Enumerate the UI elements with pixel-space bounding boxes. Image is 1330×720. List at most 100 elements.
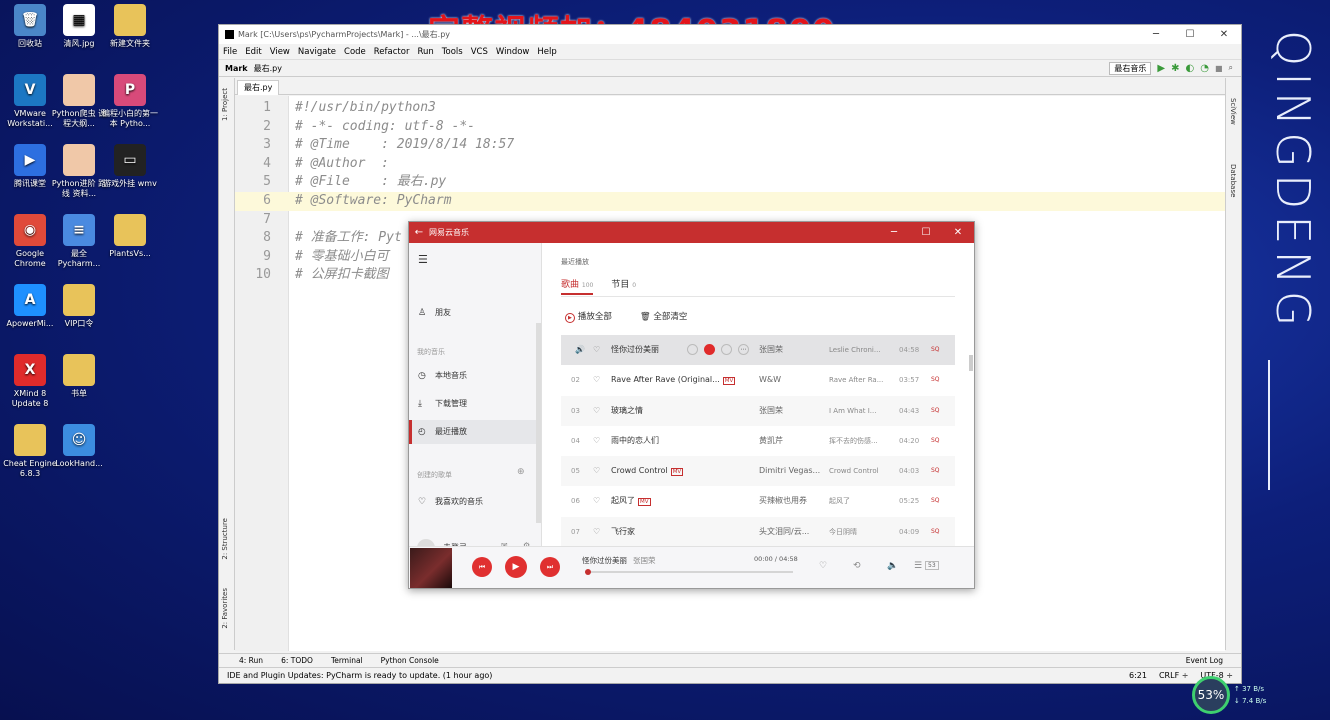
sciview-tool-tab[interactable]: SciView: [1229, 98, 1237, 125]
desktop-icon[interactable]: ◉ Google Chrome: [2, 214, 58, 269]
desktop-icon[interactable]: ☺ LookHand...: [51, 424, 107, 469]
clear-all-button[interactable]: 🗑 全部清空: [640, 310, 688, 322]
sidebar-item-friends[interactable]: ♙ 朋友: [409, 301, 537, 325]
music-close-icon[interactable]: ✕: [942, 227, 974, 238]
search-icon[interactable]: ⌕: [1229, 63, 1233, 73]
sidebar-scrollbar[interactable]: [536, 323, 541, 523]
code-line[interactable]: 5 # @File : 最右.py: [235, 173, 1225, 192]
song-row[interactable]: 02 ♡ Rave After Rave (Original... MV W&W Rave…: [561, 365, 955, 395]
menu-item-window[interactable]: Window: [496, 47, 530, 57]
now-playing-speaker-icon[interactable]: 🔊: [575, 335, 585, 365]
desktop-icon[interactable]: Cheat Engine 6.8.3: [2, 424, 58, 479]
progress-knob[interactable]: [585, 569, 591, 575]
menu-item-help[interactable]: Help: [537, 47, 556, 57]
mv-badge[interactable]: MV: [722, 377, 736, 386]
add-playlist-icon[interactable]: ⊕: [517, 467, 525, 477]
playlist-icon[interactable]: ☰: [914, 561, 922, 571]
menu-item-tools[interactable]: Tools: [442, 47, 463, 57]
progress-bar[interactable]: [585, 569, 793, 575]
sidebar-item-recent[interactable]: ◴ 最近播放: [409, 420, 537, 444]
desktop-icon[interactable]: ≡ 最全 Pycharm...: [51, 214, 107, 269]
terminal-tool-tab[interactable]: Terminal: [331, 656, 363, 665]
mv-badge[interactable]: MV: [670, 468, 684, 477]
song-row[interactable]: 07 ♡ 飞行家 头文泪同/云... 今日阴晴 04:09 SQ: [561, 516, 955, 548]
code-line[interactable]: 1 #!/usr/bin/python3: [235, 99, 1225, 118]
desktop-icon[interactable]: A ApowerMi...: [2, 284, 58, 329]
like-heart-icon[interactable]: ♡: [593, 517, 600, 547]
song-row[interactable]: 04 ♡ 雨中的恋人们 黄凯芹 挥不去的伤感... 04:20 SQ: [561, 426, 955, 456]
menu-item-code[interactable]: Code: [344, 47, 366, 57]
previous-track-icon[interactable]: ⏮: [472, 557, 492, 577]
tab-programs[interactable]: 节目 0: [611, 277, 636, 295]
desktop-icon[interactable]: Python进阶 路线 资料...: [51, 144, 107, 199]
todo-tool-tab[interactable]: 6: TODO: [281, 656, 313, 665]
favorites-tool-tab[interactable]: 2: Favorites: [221, 588, 229, 629]
song-row[interactable]: 06 ♡ 起风了 MV 买辣椒也用券 起风了 05:25 SQ: [561, 486, 955, 516]
python-console-tool-tab[interactable]: Python Console: [381, 656, 439, 665]
like-heart-icon[interactable]: ♡: [819, 561, 827, 571]
music-minimize-icon[interactable]: ─: [878, 227, 910, 238]
run-tool-tab[interactable]: 4: Run: [239, 656, 263, 665]
like-heart-icon[interactable]: ♡: [593, 396, 600, 426]
menu-item-run[interactable]: Run: [417, 47, 433, 57]
desktop-icon[interactable]: 🗑 回收站: [2, 4, 58, 49]
menu-item-view[interactable]: View: [270, 47, 290, 57]
desktop-icon[interactable]: V VMware Workstati...: [2, 74, 58, 129]
album-cover[interactable]: [410, 548, 452, 588]
menu-item-navigate[interactable]: Navigate: [298, 47, 336, 57]
like-heart-icon[interactable]: ♡: [593, 486, 600, 516]
performance-gauge[interactable]: 53%: [1192, 676, 1230, 714]
desktop-icon[interactable]: 新建文件夹: [102, 4, 158, 49]
menu-item-file[interactable]: File: [223, 47, 237, 57]
desktop-icon[interactable]: ▭ 游戏外挂 wmv: [102, 144, 158, 189]
close-icon[interactable]: ✕: [1207, 29, 1241, 40]
desktop-icon[interactable]: X XMind 8 Update 8: [2, 354, 58, 409]
code-line[interactable]: 6 # @Software: PyCharm: [235, 192, 1225, 211]
music-maximize-icon[interactable]: ☐: [910, 227, 942, 238]
coverage-icon[interactable]: ◐: [1185, 63, 1194, 74]
menu-item-refactor[interactable]: Refactor: [374, 47, 410, 57]
download-row-icon[interactable]: [721, 344, 732, 355]
sidebar-item-downloads[interactable]: ⤓ 下载管理: [409, 392, 537, 416]
more-row-icon[interactable]: ⋯: [738, 344, 749, 355]
play-all-button[interactable]: 播放全部: [565, 310, 612, 322]
playlist-count[interactable]: 53: [925, 561, 939, 570]
add-row-icon[interactable]: [704, 344, 715, 355]
menu-item-edit[interactable]: Edit: [245, 47, 261, 57]
editor-tab-file[interactable]: 最右.py: [237, 80, 280, 95]
like-heart-icon[interactable]: ♡: [593, 426, 600, 456]
menu-icon[interactable]: ☰: [418, 253, 428, 266]
desktop-icon[interactable]: ▶ 腾讯课堂: [2, 144, 58, 189]
sidebar-item-liked[interactable]: ♡ 我喜欢的音乐: [409, 490, 537, 514]
code-line[interactable]: 2 # -*- coding: utf-8 -*-: [235, 118, 1225, 137]
play-button[interactable]: ▶: [505, 556, 527, 578]
play-row-icon[interactable]: [687, 344, 698, 355]
debug-icon[interactable]: ✱: [1171, 63, 1179, 74]
mv-badge[interactable]: MV: [638, 498, 651, 507]
desktop-icon[interactable]: PlantsVs...: [102, 214, 158, 259]
database-tool-tab[interactable]: Database: [1229, 164, 1237, 197]
like-heart-icon[interactable]: ♡: [593, 456, 600, 486]
desktop-icon[interactable]: ▦ 清风.jpg: [51, 4, 107, 49]
minimize-icon[interactable]: ─: [1139, 29, 1173, 40]
desktop-icon[interactable]: 书单: [51, 354, 107, 399]
music-titlebar[interactable]: ← 网易云音乐 ─ ☐ ✕: [409, 222, 974, 243]
code-line[interactable]: 3 # @Time : 2019/8/14 18:57: [235, 136, 1225, 155]
breadcrumb-project[interactable]: Mark: [225, 64, 248, 73]
tab-songs[interactable]: 歌曲 100: [561, 277, 594, 295]
run-config-select[interactable]: 最右音乐: [1109, 61, 1152, 75]
menu-item-vcs[interactable]: VCS: [471, 47, 488, 57]
loop-icon[interactable]: ⟲: [853, 561, 861, 571]
project-tool-tab[interactable]: 1: Project: [221, 88, 229, 121]
next-track-icon[interactable]: ⏭: [540, 557, 560, 577]
structure-tool-tab[interactable]: 2: Structure: [221, 518, 229, 560]
like-heart-icon[interactable]: ♡: [593, 335, 600, 365]
breadcrumb-file[interactable]: 最右.py: [254, 63, 282, 74]
stop-icon[interactable]: ■: [1215, 64, 1223, 73]
desktop-icon[interactable]: Python爬虫 课程大纲...: [51, 74, 107, 129]
back-arrow-icon[interactable]: ←: [409, 227, 429, 238]
ide-titlebar[interactable]: Mark [C:\Users\ps\PycharmProjects\Mark] …: [219, 25, 1241, 44]
code-line[interactable]: 4 # @Author :: [235, 155, 1225, 174]
like-heart-icon[interactable]: ♡: [593, 365, 600, 395]
sidebar-item-local-music[interactable]: ◷ 本地音乐: [409, 364, 537, 388]
